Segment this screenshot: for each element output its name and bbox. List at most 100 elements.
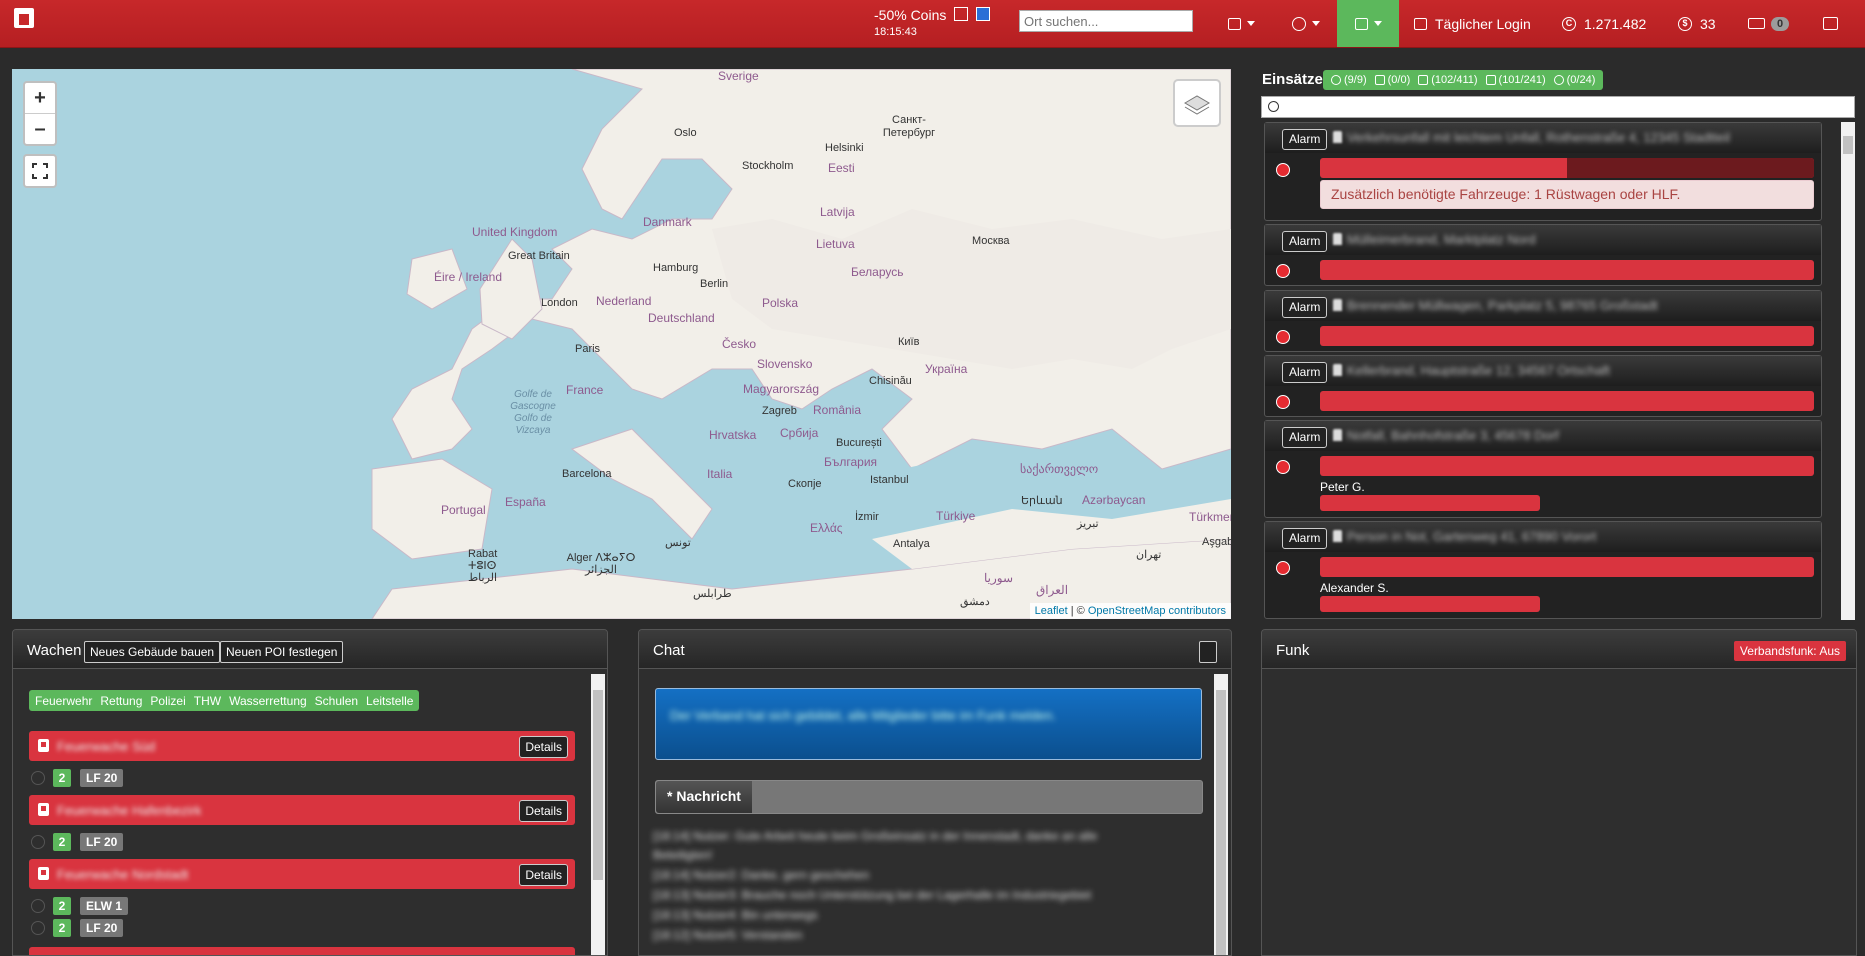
map-label: Türkmenistan <box>1189 510 1231 524</box>
promo-timer: 18:15:43 <box>874 26 917 38</box>
mission-progress <box>1320 158 1814 178</box>
alarm-button[interactable]: Alarm <box>1282 297 1328 318</box>
filter-feuerwehr[interactable]: Feuerwehr <box>31 694 96 708</box>
mission-name[interactable]: Brennender Müllwagen, Parkplatz 5, 98765… <box>1347 298 1747 312</box>
filter-polizei[interactable]: Polizei <box>146 694 189 708</box>
chat-title: Chat <box>653 642 685 659</box>
messages-button[interactable]: 0 <box>1748 0 1790 47</box>
vehicle-status[interactable]: 2 <box>53 897 71 915</box>
station-name[interactable]: Feuerwache Süd <box>57 739 207 753</box>
count-ambulance[interactable]: (0/0) <box>1374 74 1410 86</box>
coins-promo[interactable]: -50% Coins <box>874 7 991 23</box>
promo-text[interactable]: -50% Coins <box>874 7 946 23</box>
zoom-out-button[interactable]: – <box>25 113 55 144</box>
mission-name[interactable]: Person in Not, Gartenweg 41, 67890 Voror… <box>1347 529 1747 543</box>
chat-message: [18:14] Nutzer: Gute Arbeit heute beim G… <box>653 829 1098 843</box>
station-name[interactable]: Feuerwache Nordstadt <box>57 867 207 881</box>
count-own[interactable]: (102/411) <box>1418 74 1478 86</box>
car-icon <box>1374 75 1385 85</box>
alliance-menu-button[interactable] <box>1337 0 1399 47</box>
fullscreen-button[interactable] <box>23 154 57 188</box>
chat-input[interactable]: * Nachricht <box>655 780 1203 814</box>
map-label: Alger ⴷⵣⴰⵢⵔ الجزائر <box>566 552 636 576</box>
mission-search-input[interactable] <box>1261 96 1855 118</box>
filter-wasserrettung[interactable]: Wasserrettung <box>225 694 311 708</box>
alarm-button[interactable]: Alarm <box>1282 362 1328 383</box>
clock-icon <box>1553 75 1564 85</box>
alarm-button[interactable]: Alarm <box>1282 231 1328 252</box>
map[interactable]: Sverige Oslo Stockholm Helsinki Eesti Са… <box>12 69 1231 619</box>
filter-schulen[interactable]: Schulen <box>311 694 362 708</box>
filter-thw[interactable]: THW <box>190 694 225 708</box>
chat-popout-button[interactable] <box>1199 641 1217 663</box>
person-icon <box>1333 233 1342 245</box>
vehicle-name[interactable]: ELW 1 <box>80 897 129 915</box>
scrollbar-thumb[interactable] <box>593 690 603 880</box>
leaflet-link[interactable]: Leaflet <box>1035 605 1068 617</box>
layers-button[interactable] <box>1173 79 1221 127</box>
build-building-button[interactable]: Neues Gebäude bauen <box>84 641 221 663</box>
filter-leitstelle[interactable]: Leitstelle <box>362 694 417 708</box>
coins-value: 33 <box>1700 15 1716 32</box>
details-button[interactable]: Details <box>519 736 568 758</box>
profile-menu-button[interactable] <box>1292 0 1320 47</box>
chat-scrollbar[interactable] <box>1214 674 1228 955</box>
count-emergency[interactable]: (9/9) <box>1331 74 1367 86</box>
alliance-radio-toggle[interactable]: Verbandsfunk: Aus <box>1733 641 1846 661</box>
alarm-button[interactable]: Alarm <box>1282 129 1328 150</box>
vehicle-name[interactable]: LF 20 <box>80 769 124 787</box>
station-row: Feuerwache Hafenbezirk Details <box>29 795 575 825</box>
chat-toggle-button[interactable] <box>1823 0 1838 47</box>
details-button[interactable]: Details <box>519 864 568 886</box>
mission-name[interactable]: Mülleimerbrand, Marktplatz Nord <box>1347 232 1747 246</box>
station-filter-bar: Feuerwehr Rettung Polizei THW Wasserrett… <box>29 690 420 711</box>
chevron-down-icon <box>1312 21 1320 26</box>
map-label: Deutschland <box>648 311 715 325</box>
filter-rettung[interactable]: Rettung <box>96 694 146 708</box>
search-input[interactable] <box>1019 10 1193 32</box>
map-label: العراق <box>1036 583 1069 597</box>
vehicle-status[interactable]: 2 <box>53 919 71 937</box>
chevron-down-icon <box>1373 21 1382 26</box>
map-label: Azərbaycan <box>1082 493 1146 507</box>
map-label: Paris <box>575 343 601 355</box>
coins-display[interactable]: $ 33 <box>1678 0 1716 47</box>
vehicle-name[interactable]: LF 20 <box>80 833 124 851</box>
alarm-button[interactable]: Alarm <box>1282 528 1328 549</box>
user-icon <box>1292 16 1306 31</box>
vehicle-status[interactable]: 2 <box>53 769 71 787</box>
set-poi-button[interactable]: Neuen POI festlegen <box>220 641 344 663</box>
vehicle-row: 2 LF 20 <box>29 769 124 787</box>
missions-scrollbar[interactable] <box>1841 122 1855 620</box>
map-label: France <box>566 383 604 397</box>
station-name[interactable]: Feuerwache Hafenbezirk <box>57 803 207 817</box>
mission-name[interactable]: Kellerbrand, Hauptstraße 12, 34567 Ortsc… <box>1347 363 1747 377</box>
count-alliance[interactable]: (101/241) <box>1485 74 1546 86</box>
map-label: تبريز <box>1077 518 1099 530</box>
mission-progress <box>1320 326 1814 346</box>
missions-menu-button[interactable] <box>1228 0 1255 47</box>
map-label: Česko <box>722 337 757 351</box>
chat-message: Beteiligten! <box>653 848 713 862</box>
scrollbar-thumb[interactable] <box>1843 136 1853 154</box>
credits-display[interactable]: C 1.271.482 <box>1562 0 1646 47</box>
daily-login-button[interactable]: Täglicher Login <box>1414 0 1531 47</box>
vehicle-name[interactable]: LF 20 <box>80 919 124 937</box>
calendar-icon <box>1414 17 1427 30</box>
osm-link[interactable]: OpenStreetMap contributors <box>1088 605 1226 617</box>
vehicle-icon <box>31 921 45 935</box>
count-planned[interactable]: (0/24) <box>1553 74 1595 86</box>
vehicle-status[interactable]: 2 <box>53 833 71 851</box>
mission-name[interactable]: Notfall, Bahnhofstraße 3, 45678 Dorf <box>1347 428 1747 442</box>
alarm-button[interactable]: Alarm <box>1282 427 1328 448</box>
mission-name[interactable]: Verkehrsunfall mit leichtem Unfall, Roth… <box>1347 130 1747 144</box>
scrollbar-thumb[interactable] <box>1216 690 1226 955</box>
logo-icon[interactable] <box>14 8 34 28</box>
chat-send-button[interactable]: * Nachricht <box>656 781 752 813</box>
map-label: Ελλάς <box>810 521 843 535</box>
map-label: Беларусь <box>851 265 904 279</box>
details-button[interactable]: Details <box>519 800 568 822</box>
zoom-in-button[interactable]: + <box>25 83 55 113</box>
chat-panel: Chat Der Verband hat sich gebildet, alle… <box>638 629 1232 956</box>
stations-scrollbar[interactable] <box>591 674 605 955</box>
